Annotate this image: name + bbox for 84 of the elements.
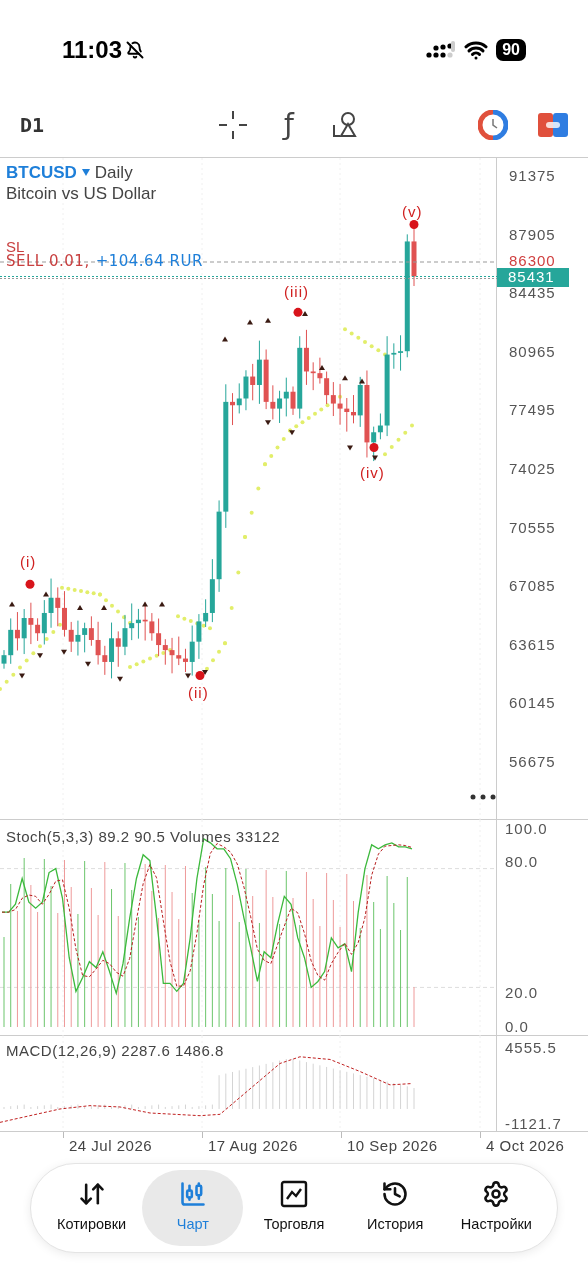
position-profit: +104.64 RUR [95,254,203,269]
wave-point-dot [195,670,205,680]
price-axis-label: 84435 [509,285,556,301]
down-triangle-marker [372,455,378,461]
candlestick-icon [178,1180,207,1209]
nav-tab[interactable]: Торговля [243,1170,345,1246]
wave-label: (i) [20,554,37,569]
nav-tab[interactable]: Котировки [41,1170,143,1246]
up-triangle-marker [222,336,228,342]
price-axis-label: 67085 [509,578,556,594]
up-triangle-marker [43,591,49,597]
dropdown-icon[interactable] [81,169,90,176]
down-triangle-marker [202,670,208,676]
settings-icon [482,1180,511,1209]
down-triangle-marker [265,420,271,426]
price-axis-label: 87905 [509,226,556,242]
up-triangle-marker [319,365,325,371]
trade-toggle-icon[interactable] [538,112,568,137]
down-triangle-marker [19,673,25,679]
price-axis-label: 74025 [509,461,556,476]
down-triangle-marker [347,445,353,451]
indicators-button[interactable]: ƒ [280,104,298,145]
up-triangle-marker [9,601,15,607]
timeframe-button[interactable]: D1 [20,109,210,140]
stochastic-axis-label: 0.0 [505,1019,529,1034]
history-icon [381,1180,410,1209]
period-label: Daily [94,162,133,183]
line-chart-icon [280,1180,308,1209]
clock-logo-icon[interactable] [478,109,508,140]
up-triangle-marker [142,601,148,607]
date-axis-label: 17 Aug 2026 [207,1136,299,1156]
up-triangle-marker [159,601,165,607]
up-triangle-marker [247,319,253,325]
up-triangle-marker [265,317,271,323]
date-axis-label: 4 Oct 2026 [485,1136,566,1156]
price-axis-label: 70555 [509,519,556,535]
stochastic-axis-label: 80.0 [505,854,539,869]
nav-tab[interactable]: Настройки [445,1170,547,1246]
symbol-description: Bitcoin vs US Dollar [6,183,157,204]
wave-label: (iv) [360,465,385,480]
down-triangle-marker [185,673,191,679]
wave-point-dot [25,579,35,589]
down-triangle-marker [61,649,67,655]
up-triangle-marker [359,378,365,384]
stochastic-legend: Stoch(5,3,3) 89.2 90.5 Volumes 33122 [6,826,280,849]
last-price-badge: 85431 [497,268,569,287]
price-axis-label: 80965 [509,343,556,359]
price-axis-label: 77495 [509,402,556,418]
price-axis-label: 60145 [509,695,556,711]
stochastic-axis-label: 20.0 [505,985,539,1000]
status-time: 11:03 [62,35,123,65]
up-triangle-marker [101,604,107,610]
macd-axis-label: -1121.7 [505,1116,562,1131]
cellular-signal-icon [426,40,457,60]
date-axis-label: 24 Jul 2026 [68,1136,154,1156]
symbol-name[interactable]: BTCUSD [6,162,77,183]
stochastic-axis-label: 100.0 [505,821,548,836]
stop-loss-label: SL [6,239,25,254]
up-triangle-marker [302,311,308,317]
up-triangle-marker [342,375,348,381]
down-triangle-marker [37,653,43,659]
wave-point-dot [369,442,379,452]
down-triangle-marker [117,676,123,682]
price-axis-label: 63615 [509,636,556,652]
price-axis-label: 56675 [509,754,556,769]
down-triangle-marker [289,430,295,436]
crosshair-icon[interactable] [218,109,248,140]
more-options-icon[interactable] [470,794,496,800]
up-triangle-marker [77,604,83,610]
position-label: SELL 0.01, [6,254,90,269]
macd-axis-label: 4555.5 [505,1040,557,1055]
battery-indicator: 90 [496,39,526,61]
bell-off-icon [126,41,145,59]
macd-legend: MACD(12,26,9) 2287.6 1486.8 [6,1040,224,1063]
wave-label: (ii) [188,685,209,700]
wave-point-dot [409,220,419,230]
wave-point-dot [293,307,303,317]
price-axis-label: 91375 [509,168,556,183]
down-triangle-marker [85,661,91,667]
wave-label: (iii) [284,284,309,299]
stop-price-label: 86300 [509,253,556,268]
date-axis-label: 10 Sep 2026 [346,1136,439,1156]
wave-label: (v) [402,204,423,219]
nav-tab[interactable]: История [344,1170,446,1246]
